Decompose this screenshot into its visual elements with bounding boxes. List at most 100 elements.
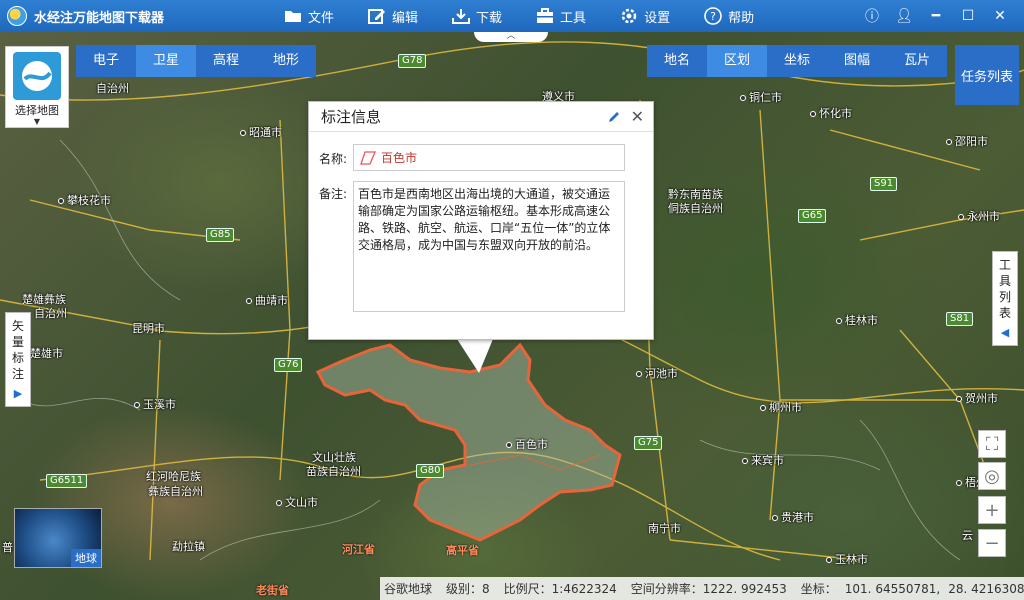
close-button[interactable]: ✕: [984, 8, 1016, 24]
place-label: 自治州: [34, 307, 67, 320]
edit-icon: [368, 9, 386, 24]
status-level: 级别：8: [446, 582, 490, 596]
place-label: 邵阳市: [946, 133, 988, 149]
globe-label: 地球: [71, 549, 101, 567]
place-label: 昭通市: [240, 124, 282, 140]
menu-settings[interactable]: 设置: [620, 7, 670, 26]
download-icon: [452, 9, 471, 24]
tab-terrain[interactable]: 地形: [256, 45, 316, 77]
place-label: 云: [962, 529, 973, 542]
place-label: 怀化市: [810, 105, 852, 121]
place-label: 勐拉镇: [172, 540, 205, 553]
gear-icon: [621, 8, 637, 24]
popup-pointer: [457, 339, 493, 373]
zoom-in-button[interactable]: +: [978, 496, 1006, 524]
menu-download[interactable]: 下载: [452, 7, 502, 26]
tab-elevation[interactable]: 高程: [196, 45, 256, 77]
chevron-left-icon: ◀: [1000, 326, 1010, 339]
tab-tiles[interactable]: 瓦片: [887, 45, 947, 77]
user-icon[interactable]: 👤︎: [888, 8, 920, 24]
place-label: 侗族自治州: [668, 202, 723, 215]
name-field[interactable]: 百色市: [353, 144, 625, 171]
vector-annotation-label: 矢量标注: [11, 319, 24, 381]
note-label: 备注:: [319, 187, 348, 201]
place-label: 文山市: [276, 494, 318, 510]
app-logo-icon: [7, 6, 27, 26]
tab-place-names[interactable]: 地名: [647, 45, 707, 77]
tab-boundaries[interactable]: 区划: [707, 45, 767, 77]
tab-satellite[interactable]: 卫星: [136, 45, 196, 77]
place-label: 南宁市: [648, 522, 681, 535]
menu-edit-label: 编辑: [392, 10, 419, 26]
place-label: 彝族自治州: [148, 485, 203, 498]
highway-shield: G85: [206, 228, 235, 242]
popup-header: 标注信息: [309, 102, 653, 132]
place-label: 桂林市: [836, 312, 878, 328]
close-icon[interactable]: ✕: [631, 107, 644, 126]
help-icon: ?: [704, 7, 722, 25]
polygon-icon: [360, 150, 376, 165]
place-label: 百色市: [506, 436, 548, 452]
chevron-right-icon: ▶: [13, 387, 23, 400]
maximize-button[interactable]: ☐: [952, 8, 984, 24]
place-label: 柳州市: [760, 399, 802, 415]
place-label: 曲靖市: [246, 292, 288, 308]
note-field[interactable]: 百色市是西南地区出海出境的大通道，被交通运输部确定为国家公路运输枢纽。基本形成高…: [353, 181, 625, 312]
tab-map-sheets[interactable]: 图幅: [827, 45, 887, 77]
status-bar: 谷歌地球 级别：8 比例尺：1:4622324 空间分辨率：1222. 9924…: [380, 577, 1024, 600]
fullscreen-icon[interactable]: ⛶: [978, 430, 1006, 458]
folder-icon: [285, 11, 301, 22]
place-label: 攀枝花市: [58, 192, 111, 208]
toolbox-icon: [537, 8, 554, 23]
map-source-icon: [13, 52, 61, 100]
menu-help-label: 帮助: [728, 10, 755, 26]
title-bar: 水经注万能地图下载器 文件 编辑 下载 工具 设置 ? 帮助 ⓘ 👤︎ ━ ☐ …: [0, 0, 1024, 32]
name-label: 名称:: [319, 152, 348, 166]
layer-tabs: 电子 卫星 高程 地形: [76, 45, 316, 77]
menu-file[interactable]: 文件: [284, 7, 334, 26]
place-label: 玉溪市: [134, 396, 176, 412]
locate-icon[interactable]: ◎: [978, 462, 1006, 490]
vector-annotation-tab[interactable]: 矢量标注 ▶: [5, 312, 31, 407]
menu-tools[interactable]: 工具: [536, 7, 586, 26]
place-label: 铜仁市: [740, 89, 782, 105]
place-label: 普: [2, 541, 13, 554]
task-list-button[interactable]: 任务列表: [955, 45, 1019, 105]
tab-coordinates[interactable]: 坐标: [767, 45, 827, 77]
status-longitude: 101. 64550781,: [844, 581, 941, 596]
province-label: 老街省: [256, 584, 289, 597]
tool-list-label: 工具列表: [998, 258, 1011, 320]
highway-shield: G78: [398, 54, 427, 68]
place-label: 玉林市: [826, 551, 868, 567]
tab-electronic[interactable]: 电子: [76, 45, 136, 77]
collapse-toolbar-toggle[interactable]: ︿: [474, 32, 548, 42]
highway-shield: S81: [946, 312, 974, 326]
globe-view-button[interactable]: 地球: [14, 508, 102, 568]
status-scale: 比例尺：1:4622324: [503, 582, 617, 596]
highway-shield: G65: [798, 209, 827, 223]
info-icon[interactable]: ⓘ: [856, 6, 888, 26]
place-label: 昆明市: [132, 322, 165, 335]
highway-shield: G80: [416, 464, 445, 478]
place-label: 河池市: [636, 365, 678, 381]
overlay-tabs: 地名 区划 坐标 图幅 瓦片: [647, 45, 947, 77]
menu-settings-label: 设置: [644, 10, 671, 26]
minimize-button[interactable]: ━: [920, 8, 952, 24]
svg-text:?: ?: [710, 10, 716, 23]
zoom-out-button[interactable]: −: [978, 529, 1006, 557]
menu-file-label: 文件: [308, 10, 335, 26]
pencil-icon[interactable]: [607, 110, 621, 127]
highway-shield: G75: [634, 436, 663, 450]
menu-tools-label: 工具: [560, 10, 587, 26]
tool-list-tab[interactable]: 工具列表 ◀: [992, 251, 1018, 346]
menu-edit[interactable]: 编辑: [368, 7, 418, 26]
map-selector[interactable]: 选择地图 ▼: [5, 46, 69, 128]
province-label: 河江省: [342, 543, 375, 556]
place-label: 永州市: [958, 208, 1000, 224]
place-label: 来宾市: [742, 452, 784, 468]
menu-help[interactable]: ? 帮助: [704, 7, 754, 26]
province-label: 高平省: [446, 544, 479, 557]
name-value: 百色市: [381, 151, 418, 165]
place-label: 红河哈尼族: [146, 470, 201, 483]
place-label: 苗族自治州: [306, 465, 361, 478]
